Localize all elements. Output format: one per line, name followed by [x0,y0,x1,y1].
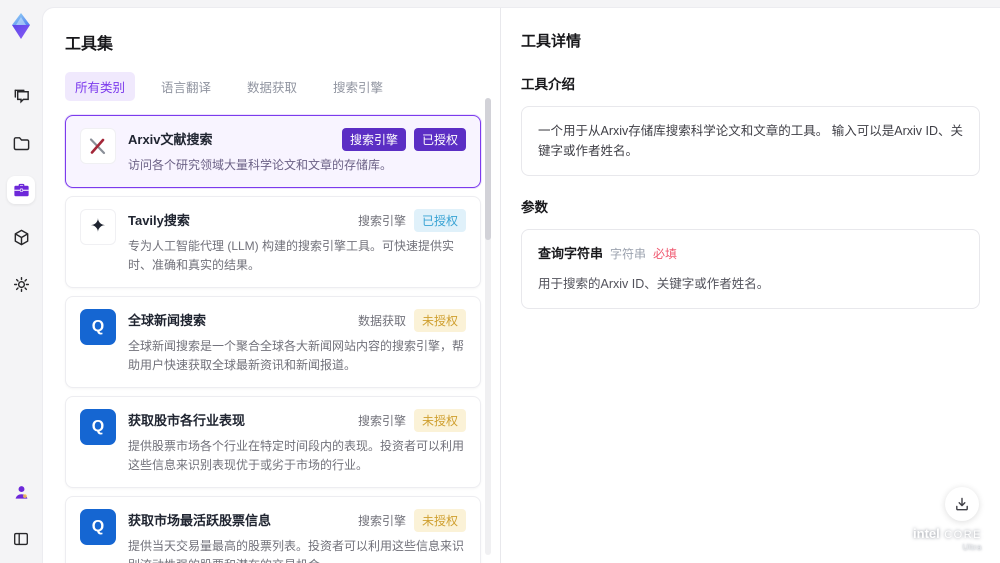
intro-heading: 工具介绍 [521,77,575,92]
tool-badges: 数据获取 未授权 [357,308,466,332]
tool-card-body: 获取股市各行业表现 搜索引擎 未授权 提供股票市场各个行业在特定时间段内的表现。… [128,408,466,475]
auth-status-badge: 未授权 [413,408,466,432]
tool-card-body: 全球新闻搜索 数据获取 未授权 全球新闻搜索是一个聚合全球各大新闻网站内容的搜索… [128,308,466,375]
tool-description: 专为人工智能代理 (LLM) 构建的搜索引擎工具。可快速提供实时、准确和真实的结… [128,238,455,272]
tool-description: 访问各个研究领域大量科学论文和文章的存储库。 [128,158,393,172]
parameter-name: 查询字符串 [538,246,604,261]
app-logo-icon[interactable] [7,12,35,40]
tool-card-active-stocks[interactable]: Q 获取市场最活跃股票信息 搜索引擎 未授权 提供当天交易量最高的股票列表。投资… [65,495,481,563]
tool-name: Arxiv文献搜索 [128,132,213,147]
auth-status-badge: 未授权 [413,508,466,532]
tool-card-sector-performance[interactable]: Q 获取股市各行业表现 搜索引擎 未授权 提供股票市场各个行业在特定时间段内的表… [65,395,481,488]
parameter-type: 字符串 [610,247,647,261]
toolbox-briefcase-icon[interactable] [7,176,35,204]
parameter-box: 查询字符串 字符串 必填 用于搜索的Arxiv ID、关键字或作者姓名。 [521,229,980,309]
category-label: 搜索引擎 [357,513,406,528]
category-badge: 搜索引擎 [341,128,406,151]
tab-data-acquisition[interactable]: 数据获取 [237,72,307,101]
content-shell: 工具集 所有类别 语言翻译 数据获取 搜索引擎 Arxiv文献搜索 搜索引擎 已… [42,7,1000,563]
tool-badges: 搜索引擎 未授权 [357,408,466,432]
tool-card-body: Arxiv文献搜索 搜索引擎 已授权 访问各个研究领域大量科学论文和文章的存储库… [128,128,466,175]
core-wordmark: CORE [944,528,982,541]
auth-status-badge: 已授权 [413,128,466,151]
tool-name: 获取股市各行业表现 [128,412,246,428]
juhe-data-icon: Q [80,308,116,345]
tool-description: 提供股票市场各个行业在特定时间段内的表现。投资者可以利用这些信息来识别表现优于或… [128,438,465,472]
tool-card-list: Arxiv文献搜索 搜索引擎 已授权 访问各个研究领域大量科学论文和文章的存储库… [65,115,481,563]
parameter-header: 查询字符串 字符串 必填 [538,244,963,265]
detail-title: 工具详情 [521,33,582,50]
category-label: 搜索引擎 [357,213,406,228]
download-button[interactable] [945,487,979,521]
page-title: 工具集 [65,36,114,53]
tool-badges: 搜索引擎 已授权 [341,128,466,151]
tab-language-translation[interactable]: 语言翻译 [151,72,221,101]
tool-description: 提供当天交易量最高的股票列表。投资者可以利用这些信息来识别流动性强的股票和潜在的… [128,538,465,563]
tavily-star-icon: ✦ [80,208,116,245]
tool-detail-panel: 工具详情 工具介绍 一个用于从Arxiv存储库搜索科学论文和文章的工具。 输入可… [500,8,1000,563]
tab-search-engine[interactable]: 搜索引擎 [323,72,393,101]
parameter-required-flag: 必填 [653,247,678,261]
folder-icon[interactable] [7,129,35,157]
arxiv-logo-icon [80,128,116,164]
juhe-data-icon: Q [80,408,116,445]
left-sidebar [0,0,42,563]
settings-gear-icon[interactable] [7,270,35,298]
panel-toggle-icon[interactable] [7,525,35,553]
tool-name: 全球新闻搜索 [128,312,207,328]
category-tabs: 所有类别 语言翻译 数据获取 搜索引擎 [65,72,500,101]
tool-name: Tavily搜索 [128,212,190,228]
category-label: 数据获取 [357,313,406,328]
list-scrollbar-thumb[interactable] [485,98,491,240]
intro-box: 一个用于从Arxiv存储库搜索科学论文和文章的工具。 输入可以是Arxiv ID… [521,106,980,176]
tool-card-arxiv[interactable]: Arxiv文献搜索 搜索引擎 已授权 访问各个研究领域大量科学论文和文章的存储库… [65,115,481,188]
category-label: 搜索引擎 [357,413,406,428]
tool-card-global-news[interactable]: Q 全球新闻搜索 数据获取 未授权 全球新闻搜索是一个聚合全球各大新闻网站内容的… [65,295,481,388]
user-avatar-icon[interactable] [7,478,35,506]
ultra-wordmark: Ultra [962,543,982,553]
juhe-data-icon: Q [80,508,116,545]
auth-status-badge: 已授权 [413,208,466,232]
intro-text: 一个用于从Arxiv存储库搜索科学论文和文章的工具。 输入可以是Arxiv ID… [538,124,964,158]
tool-badges: 搜索引擎 未授权 [357,508,466,532]
list-scrollbar-track[interactable] [485,98,491,555]
intel-core-logo: intel CORE Ultra [913,525,982,553]
download-icon [956,497,968,511]
tool-name: 获取市场最活跃股票信息 [128,512,272,528]
intel-wordmark: intel [913,525,940,541]
tab-all-categories[interactable]: 所有类别 [65,72,136,101]
chat-icon[interactable] [7,82,35,110]
tool-card-body: 获取市场最活跃股票信息 搜索引擎 未授权 提供当天交易量最高的股票列表。投资者可… [128,508,466,563]
parameter-description: 用于搜索的Arxiv ID、关键字或作者姓名。 [538,276,770,291]
params-heading: 参数 [521,200,548,215]
auth-status-badge: 未授权 [413,308,466,332]
tool-list-panel: 工具集 所有类别 语言翻译 数据获取 搜索引擎 Arxiv文献搜索 搜索引擎 已… [43,8,500,563]
package-cube-icon[interactable] [7,223,35,251]
tool-badges: 搜索引擎 已授权 [357,208,466,232]
tool-card-body: Tavily搜索 搜索引擎 已授权 专为人工智能代理 (LLM) 构建的搜索引擎… [128,208,466,275]
tool-card-tavily[interactable]: ✦ Tavily搜索 搜索引擎 已授权 专为人工智能代理 (LLM) 构建的搜索… [65,195,481,288]
tool-description: 全球新闻搜索是一个聚合全球各大新闻网站内容的搜索引擎，帮助用户快速获取全球最新资… [128,338,465,372]
